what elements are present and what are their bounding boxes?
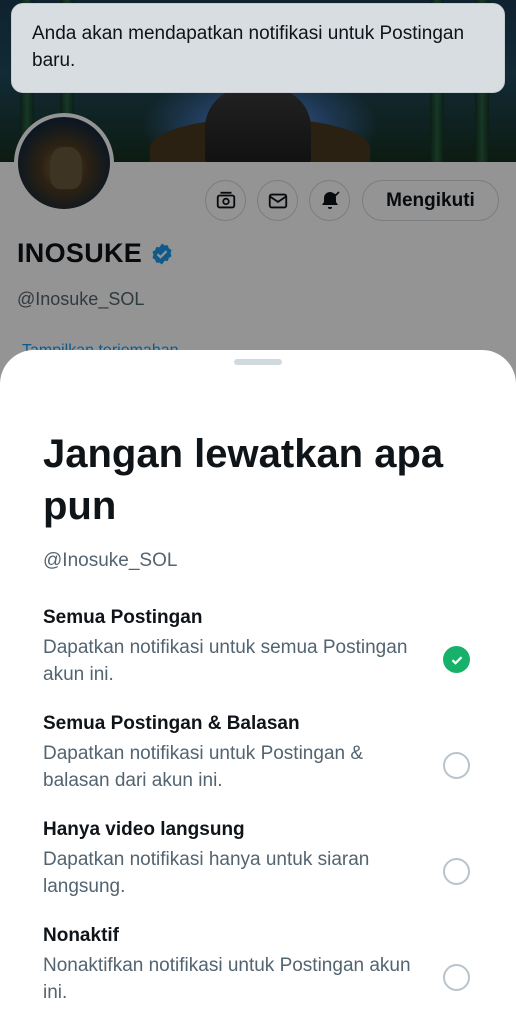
option-all-posts[interactable]: Semua Postingan Dapatkan notifikasi untu… xyxy=(43,606,483,688)
sheet-handle: @Inosuke_SOL xyxy=(43,550,178,571)
radio-unselected[interactable] xyxy=(443,964,470,991)
checkmark-icon xyxy=(451,655,462,665)
option-title: Hanya video langsung xyxy=(43,819,245,840)
radio-selected[interactable] xyxy=(443,646,470,673)
notification-settings-sheet: Jangan lewatkan apa pun @Inosuke_SOL Sem… xyxy=(0,350,516,1024)
option-description: Nonaktifkan notifikasi untuk Postingan a… xyxy=(43,955,411,1003)
sheet-title: Jangan lewatkan apa pun xyxy=(43,432,444,528)
option-title: Semua Postingan & Balasan xyxy=(43,713,300,734)
option-description: Dapatkan notifikasi hanya untuk siaran l… xyxy=(43,849,370,897)
option-description: Dapatkan notifikasi untuk semua Postinga… xyxy=(43,637,408,685)
sheet-drag-handle[interactable] xyxy=(234,359,282,365)
option-posts-and-replies[interactable]: Semua Postingan & Balasan Dapatkan notif… xyxy=(43,712,483,794)
option-live-video-only[interactable]: Hanya video langsung Dapatkan notifikasi… xyxy=(43,818,483,900)
notification-toast: Anda akan mendapatkan notifikasi untuk P… xyxy=(11,3,505,93)
option-off[interactable]: Nonaktif Nonaktifkan notifikasi untuk Po… xyxy=(43,924,483,1006)
option-title: Semua Postingan xyxy=(43,607,203,628)
option-title: Nonaktif xyxy=(43,925,119,946)
option-description: Dapatkan notifikasi untuk Postingan & ba… xyxy=(43,743,364,791)
radio-unselected[interactable] xyxy=(443,752,470,779)
radio-unselected[interactable] xyxy=(443,858,470,885)
